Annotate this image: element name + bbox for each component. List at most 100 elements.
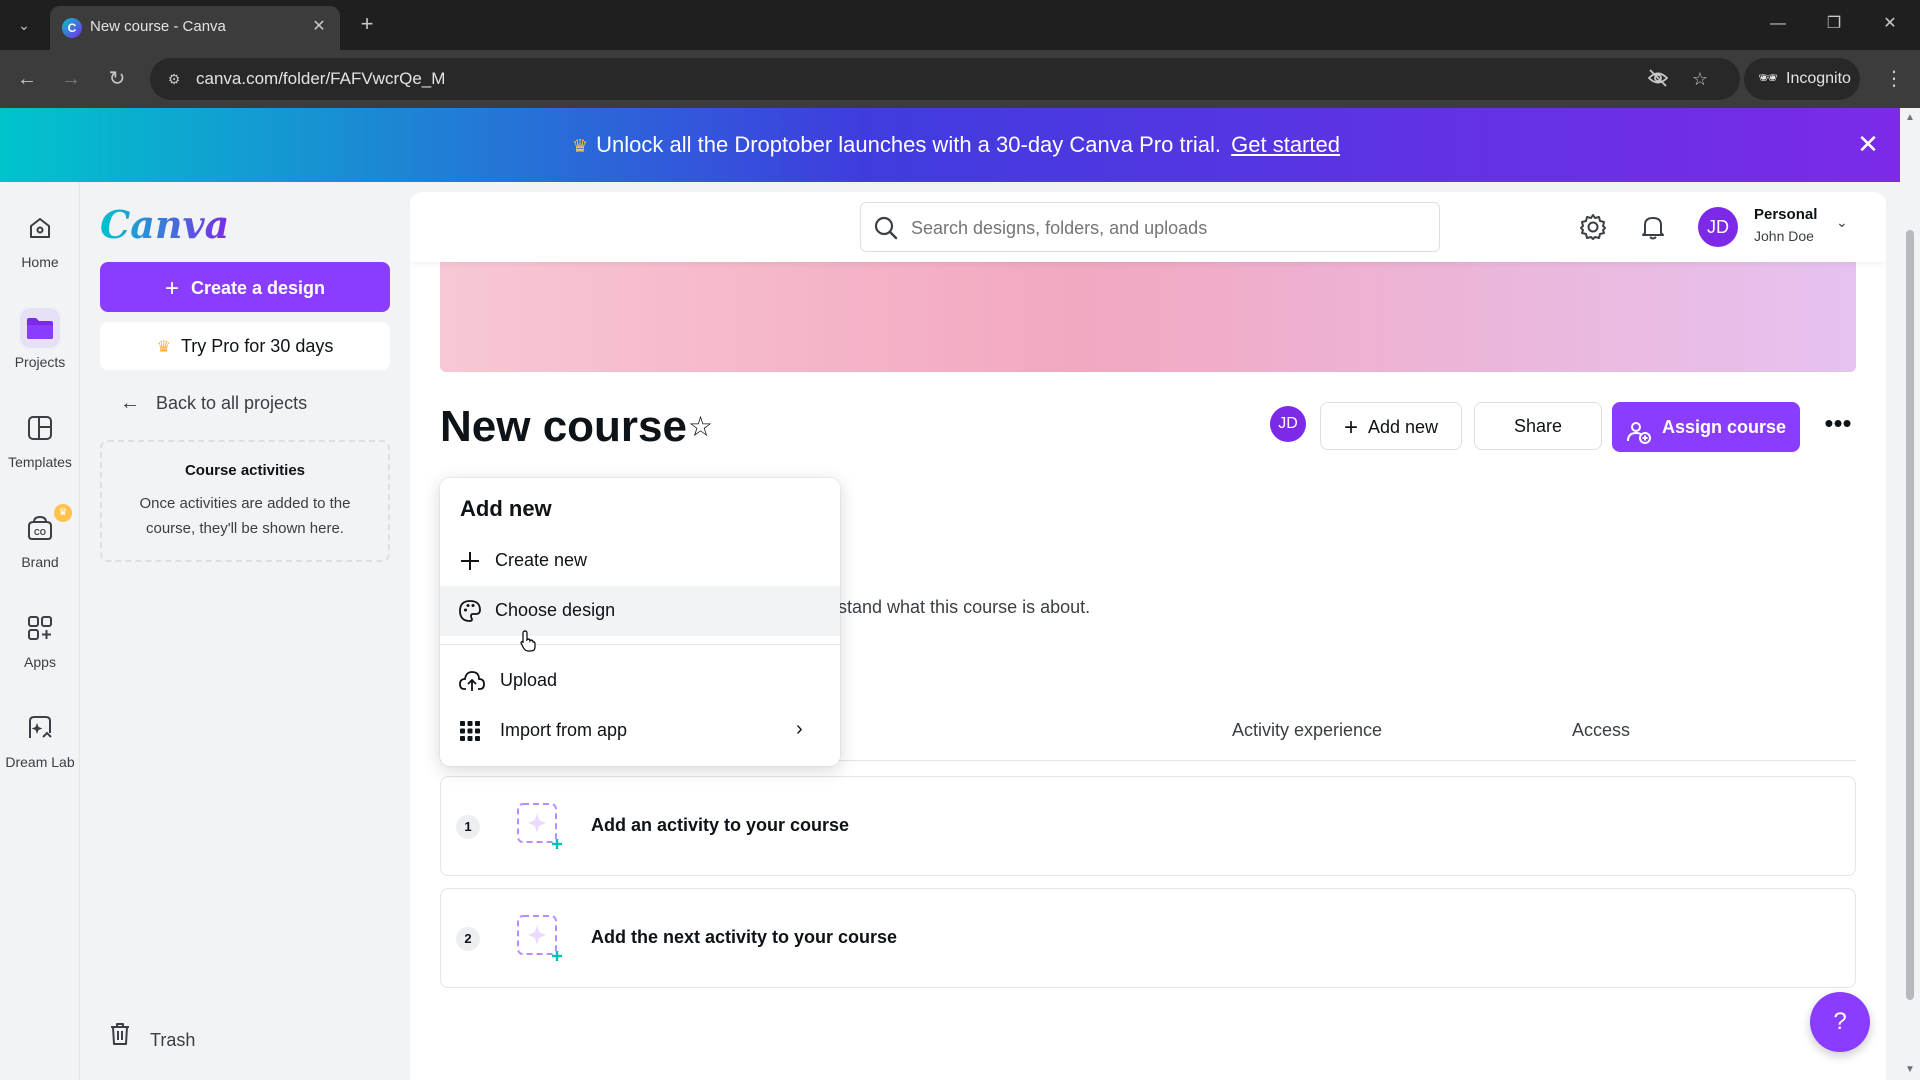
banner-close-icon[interactable]: ✕ <box>1852 128 1884 160</box>
menu-item-label: Choose design <box>495 600 616 620</box>
try-pro-button[interactable]: ♛ Try Pro for 30 days <box>100 322 390 370</box>
scrollbar-thumb[interactable] <box>1906 230 1914 1000</box>
rail-item-apps[interactable]: Apps <box>0 608 80 670</box>
templates-icon <box>20 408 60 448</box>
hand-cursor-icon <box>520 630 536 652</box>
activity-text: Add the next activity to your course <box>591 927 898 947</box>
add-new-label: Add new <box>1367 417 1439 437</box>
rail-item-brand[interactable]: CO ♛ Brand <box>0 504 80 570</box>
account-chevron-down-icon[interactable]: ⌄ <box>1836 214 1848 231</box>
menu-divider <box>440 644 840 645</box>
banner-message: ♛ Unlock all the Droptober launches with … <box>572 132 1340 158</box>
crown-icon: ♛ <box>156 339 171 356</box>
course-title[interactable]: New course <box>440 402 687 452</box>
incognito-badge[interactable]: 🕶 Incognito <box>1744 58 1860 100</box>
assign-course-label: Assign course <box>1662 417 1787 437</box>
back-arrow-icon[interactable]: ← <box>12 64 42 94</box>
menu-item-label: Import from app <box>500 720 628 740</box>
back-label: Back to all projects <box>156 393 308 413</box>
settings-gear-icon[interactable] <box>1578 212 1610 244</box>
account-type[interactable]: Personal <box>1754 206 1817 223</box>
forward-arrow-icon[interactable]: → <box>56 64 86 94</box>
activity-row[interactable]: 1 Add an activity to your course <box>440 776 1856 876</box>
more-options-icon[interactable]: ••• <box>1818 406 1858 446</box>
crown-icon: ♛ <box>572 136 589 156</box>
column-activity-experience: Activity experience <box>1232 720 1383 740</box>
top-bar: JD Personal John Doe ⌄ <box>410 192 1886 262</box>
restore-icon[interactable]: ❐ <box>1814 8 1854 40</box>
rail-label: Home <box>21 254 59 270</box>
activity-number: 2 <box>456 927 480 951</box>
new-tab-plus-icon[interactable]: + <box>352 10 382 40</box>
menu-item-create-new[interactable]: Create new <box>440 536 840 586</box>
rail-label: Apps <box>24 654 56 670</box>
help-button[interactable]: ? <box>1810 992 1870 1052</box>
menu-item-choose-design[interactable]: Choose design <box>440 586 840 636</box>
course-cover-banner[interactable] <box>440 262 1856 372</box>
rail-item-dream-lab[interactable]: Dream Lab <box>0 708 80 770</box>
account-user[interactable]: John Doe <box>1754 228 1814 244</box>
menu-item-upload[interactable]: Upload <box>440 656 840 706</box>
browser-tab[interactable]: C New course - Canva ✕ <box>50 6 340 50</box>
url-field[interactable]: ⚙ canva.com/folder/FAFVwcrQe_M ☆ <box>150 58 1740 100</box>
search-input[interactable] <box>911 215 1431 241</box>
bookmark-star-icon[interactable]: ☆ <box>1688 68 1712 90</box>
site-info-icon[interactable]: ⚙ <box>164 69 184 89</box>
scroll-up-icon[interactable]: ▲ <box>1902 112 1918 126</box>
favorite-star-icon[interactable]: ☆ <box>688 410 713 443</box>
rail-item-templates[interactable]: Templates <box>0 408 80 470</box>
course-description[interactable]: stand what this course is about. <box>838 597 1090 618</box>
tab-close-icon[interactable]: ✕ <box>308 16 330 38</box>
account-avatar[interactable]: JD <box>1698 207 1738 247</box>
create-design-label: Create a design <box>190 278 326 298</box>
window-close-icon[interactable]: ✕ <box>1870 8 1910 40</box>
palette-icon <box>458 599 482 623</box>
rail-label: Templates <box>8 454 72 470</box>
plus-icon: + <box>1343 414 1358 441</box>
home-icon <box>20 208 60 248</box>
create-design-button[interactable]: + Create a design <box>100 262 390 312</box>
share-button[interactable]: Share <box>1474 402 1602 450</box>
left-rail: Home Projects Templates CO ♛ Brand Apps … <box>0 182 80 1080</box>
rail-item-home[interactable]: Home <box>0 208 80 270</box>
search-icon <box>873 215 899 241</box>
banner-text: Unlock all the Droptober launches with a… <box>596 132 1222 157</box>
projects-sidebar: Canva + Create a design ♛ Try Pro for 30 d… <box>80 182 410 1080</box>
cloud-upload-icon <box>458 669 486 693</box>
tab-search-chevron-icon[interactable]: ⌄ <box>10 12 38 38</box>
course-activities-description: Once activities are added to the course,… <box>139 495 351 537</box>
canva-logo[interactable]: Canva <box>100 202 229 247</box>
tab-title: New course - Canva <box>90 18 226 35</box>
activity-row[interactable]: 2 Add the next activity to your course <box>440 888 1856 988</box>
back-to-projects-link[interactable]: ← Back to all projects <box>120 392 307 415</box>
crown-badge-icon: ♛ <box>54 504 72 522</box>
reload-icon[interactable]: ↻ <box>102 64 132 94</box>
rail-label: Projects <box>14 354 66 370</box>
url-text: canva.com/folder/FAFVwcrQe_M <box>196 69 446 88</box>
browser-tab-bar: ⌄ C New course - Canva ✕ + — ❐ ✕ <box>0 0 1920 50</box>
get-started-link[interactable]: Get started <box>1231 132 1340 157</box>
trash-link[interactable]: Trash <box>108 1022 195 1051</box>
course-activities-title: Course activities <box>184 462 306 479</box>
add-activity-thumbnail-icon <box>515 801 565 851</box>
course-activities-box: Course activities Once activities are ad… <box>100 440 390 562</box>
menu-item-label: Create new <box>495 550 588 570</box>
back-arrow-icon: ← <box>120 392 140 414</box>
canva-favicon-icon: C <box>62 18 82 38</box>
menu-item-label: Upload <box>500 670 558 690</box>
notifications-bell-icon[interactable] <box>1638 212 1670 244</box>
minimize-icon[interactable]: — <box>1758 8 1798 40</box>
collaborator-avatar[interactable]: JD <box>1270 406 1306 442</box>
assign-course-button[interactable]: Assign course <box>1612 402 1800 452</box>
search-box[interactable] <box>860 202 1440 252</box>
scroll-down-icon[interactable]: ▼ <box>1902 1064 1918 1078</box>
rail-label: Dream Lab <box>5 754 75 770</box>
add-activity-thumbnail-icon <box>515 913 565 963</box>
trash-label: Trash <box>150 1030 196 1050</box>
add-new-button[interactable]: + Add new <box>1320 402 1462 450</box>
eye-slash-icon[interactable] <box>1646 68 1670 90</box>
menu-item-import-from-app[interactable]: Import from app › <box>440 706 840 756</box>
dream-lab-icon <box>20 708 60 748</box>
browser-menu-icon[interactable]: ⋮ <box>1880 64 1908 94</box>
rail-item-projects[interactable]: Projects <box>0 308 80 370</box>
